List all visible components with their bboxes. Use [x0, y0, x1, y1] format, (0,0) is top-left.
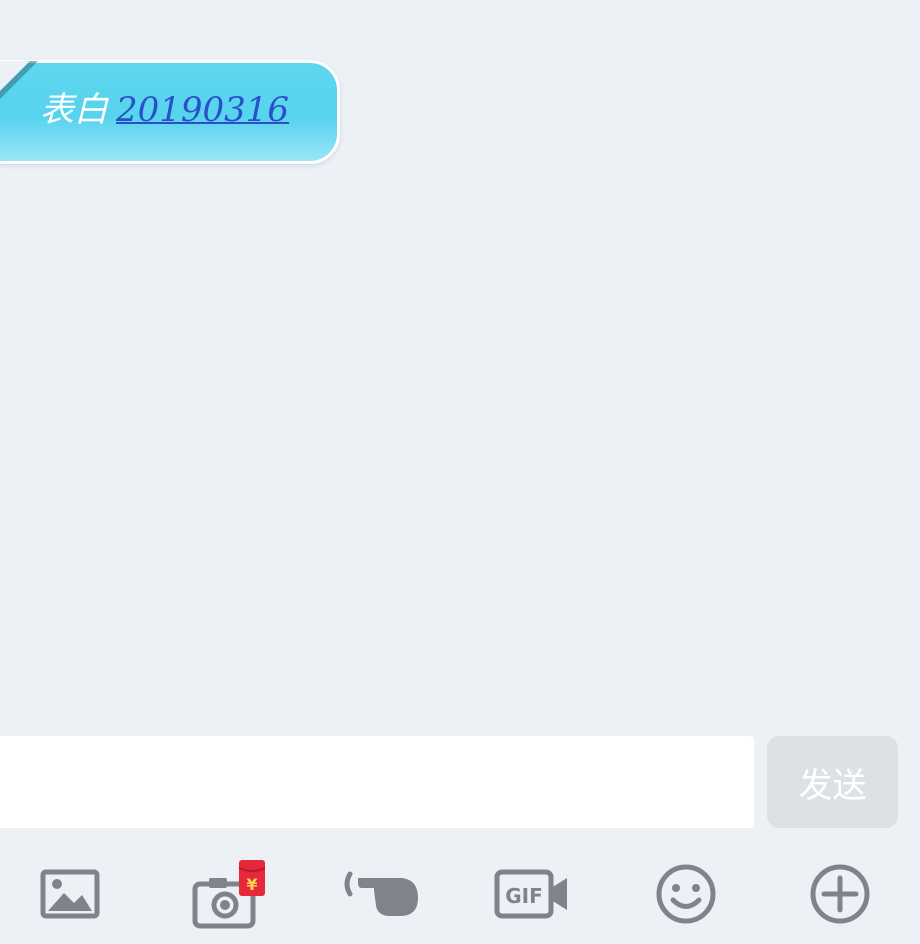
input-toolbar: ¥ GIF — [0, 834, 920, 944]
chat-area: 表白 20190316 — [0, 0, 920, 722]
redpacket-badge: ¥ — [246, 875, 257, 894]
composer-row: 发送 — [0, 722, 920, 834]
camera-redpacket-icon: ¥ — [192, 860, 265, 929]
poke-hand-icon — [344, 871, 418, 916]
image-button[interactable] — [30, 858, 110, 930]
message-content: 表白 20190316 — [40, 87, 289, 133]
bubble-corner-cutout — [0, 61, 30, 93]
smiley-icon — [656, 864, 716, 924]
emoji-button[interactable] — [646, 858, 726, 930]
gif-label: GIF — [505, 884, 543, 908]
poke-button[interactable] — [340, 858, 420, 930]
gif-video-icon: GIF — [494, 869, 567, 919]
message-link[interactable]: 20190316 — [116, 90, 289, 130]
message-bubble[interactable]: 表白 20190316 — [0, 60, 340, 164]
message-input[interactable] — [0, 736, 754, 828]
more-button[interactable] — [800, 858, 880, 930]
image-icon — [40, 869, 100, 919]
plus-circle-icon — [810, 864, 870, 924]
message-text: 表白 — [40, 90, 108, 130]
camera-button[interactable]: ¥ — [185, 858, 265, 930]
gif-button[interactable]: GIF — [493, 858, 573, 930]
send-button[interactable]: 发送 — [767, 736, 898, 828]
